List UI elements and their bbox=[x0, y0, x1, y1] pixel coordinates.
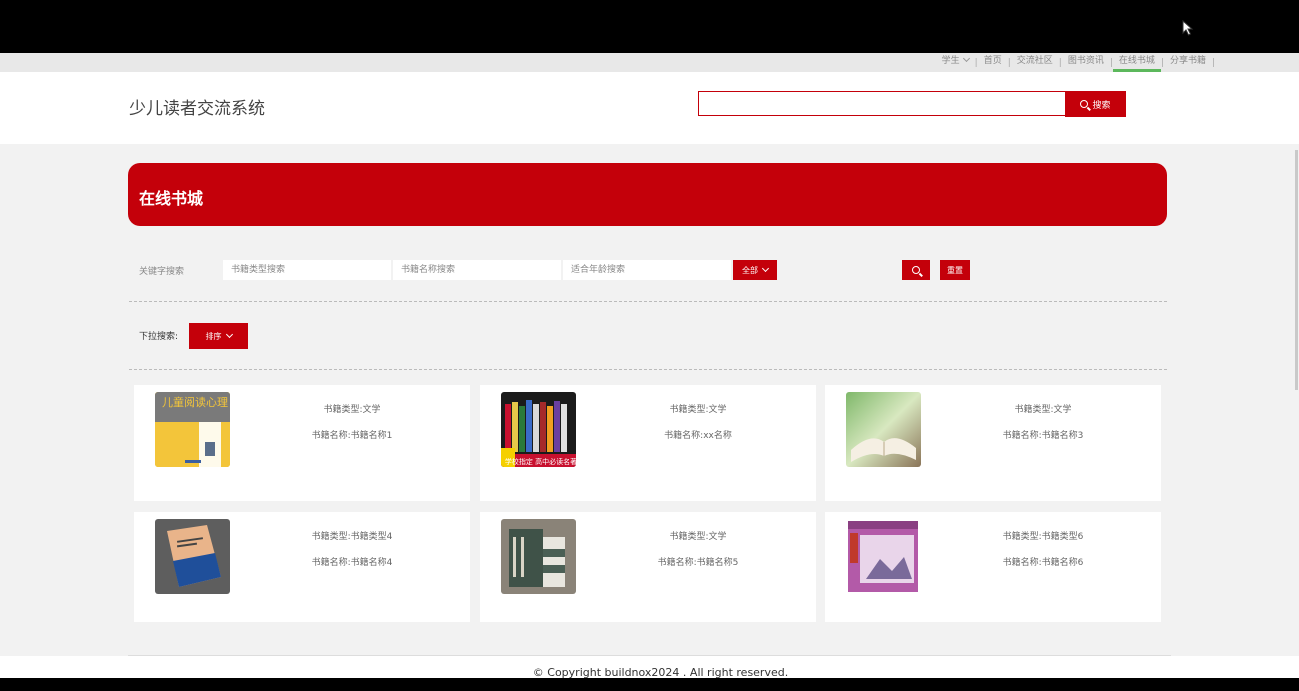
top-nav: 学生 | 首页 | 交流社区 | 图书资讯 | 在线书城 | 分享书籍 | bbox=[0, 53, 1299, 72]
nav-book-news[interactable]: 图书资讯 bbox=[1062, 53, 1110, 72]
user-label: 学生 bbox=[941, 56, 960, 66]
nav-share-books[interactable]: 分享书籍 bbox=[1164, 53, 1212, 72]
cover-text: 学校指定 高中必读名著 bbox=[505, 457, 576, 466]
book-type: 书籍类型:书籍类型6 bbox=[1002, 532, 1084, 542]
search-icon bbox=[912, 266, 920, 274]
book-cover-image bbox=[846, 392, 921, 467]
nav-home[interactable]: 首页 bbox=[978, 53, 1008, 72]
book-name: 书籍名称:书籍名称5 bbox=[657, 558, 739, 568]
book-cover-image bbox=[501, 519, 576, 594]
book-type: 书籍类型:文学 bbox=[1014, 405, 1072, 415]
nav-online-bookstore[interactable]: 在线书城 bbox=[1112, 53, 1161, 72]
book-cover-image bbox=[155, 519, 230, 594]
book-cover-image bbox=[846, 519, 921, 594]
copyright-text: © Copyright buildnox2024 . All right res… bbox=[532, 666, 789, 678]
header: 少儿读者交流系统 搜索 bbox=[0, 72, 1299, 144]
footer-divider bbox=[128, 655, 1171, 656]
dropdown-search-label: 下拉搜索: bbox=[139, 332, 179, 342]
site-title: 少儿读者交流系统 bbox=[129, 99, 265, 119]
reset-button[interactable]: 重置 bbox=[940, 260, 970, 280]
book-name: 书籍名称:书籍名称1 bbox=[311, 431, 393, 441]
sort-label: 排序 bbox=[205, 331, 222, 341]
book-name-search-input[interactable]: 书籍名称搜索 bbox=[393, 260, 561, 280]
page-scrollbar[interactable] bbox=[1295, 150, 1298, 390]
search-button[interactable]: 搜索 bbox=[1065, 91, 1126, 117]
filter-search-button[interactable] bbox=[902, 260, 930, 280]
book-type: 书籍类型:文学 bbox=[669, 532, 727, 542]
cover-text: 儿童阅读心理 bbox=[162, 395, 228, 409]
all-filter-label: 全部 bbox=[742, 265, 758, 275]
age-search-input[interactable]: 适合年龄搜索 bbox=[563, 260, 731, 280]
chevron-down-icon bbox=[962, 54, 970, 63]
keyword-search-label: 关键字搜索 bbox=[139, 267, 185, 277]
book-card[interactable]: 学校指定 高中必读名著 书籍类型:文学 书籍名称:xx名称 bbox=[480, 385, 816, 501]
book-card[interactable]: 书籍类型:书籍类型4 书籍名称:书籍名称4 bbox=[134, 512, 470, 622]
book-cover-image: 学校指定 高中必读名著 bbox=[501, 392, 576, 467]
search-input[interactable] bbox=[698, 91, 1066, 116]
chevron-down-icon bbox=[761, 264, 770, 272]
divider bbox=[129, 301, 1167, 302]
search-icon bbox=[1080, 100, 1089, 108]
mouse-cursor-icon bbox=[1182, 20, 1194, 36]
book-card[interactable]: 书籍类型:文学 书籍名称:书籍名称3 bbox=[825, 385, 1161, 501]
book-name: 书籍名称:书籍名称3 bbox=[1002, 431, 1084, 441]
book-type-search-input[interactable]: 书籍类型搜索 bbox=[223, 260, 391, 280]
book-type: 书籍类型:书籍类型4 bbox=[311, 532, 393, 542]
nav-community[interactable]: 交流社区 bbox=[1011, 53, 1059, 72]
nav-separator: | bbox=[1211, 57, 1215, 68]
chevron-down-icon bbox=[225, 330, 233, 338]
screen-bottom-bar bbox=[0, 678, 1299, 691]
book-type: 书籍类型:文学 bbox=[323, 405, 381, 415]
book-cover-image: 儿童阅读心理 bbox=[155, 392, 230, 467]
book-name: 书籍名称:书籍名称4 bbox=[311, 558, 393, 568]
user-menu[interactable]: 学生 bbox=[936, 53, 975, 72]
all-filter-dropdown[interactable]: 全部 bbox=[733, 260, 777, 280]
page: 学生 | 首页 | 交流社区 | 图书资讯 | 在线书城 | 分享书籍 | 少儿… bbox=[0, 53, 1299, 678]
book-name: 书籍名称:书籍名称6 bbox=[1002, 558, 1084, 568]
book-card[interactable]: 书籍类型:书籍类型6 书籍名称:书籍名称6 bbox=[825, 512, 1161, 622]
book-name: 书籍名称:xx名称 bbox=[664, 431, 732, 441]
book-card[interactable]: 儿童阅读心理 书籍类型:文学 书籍名称:书籍名称1 bbox=[134, 385, 470, 501]
divider bbox=[129, 369, 1167, 370]
screen-top-bar bbox=[0, 0, 1299, 53]
section-title: 在线书城 bbox=[139, 189, 204, 208]
book-type: 书籍类型:文学 bbox=[669, 405, 727, 415]
search-button-label: 搜索 bbox=[1092, 100, 1111, 111]
section-banner: 在线书城 bbox=[128, 163, 1167, 226]
sort-dropdown[interactable]: 排序 bbox=[189, 323, 248, 349]
book-card[interactable]: 书籍类型:文学 书籍名称:书籍名称5 bbox=[480, 512, 816, 622]
